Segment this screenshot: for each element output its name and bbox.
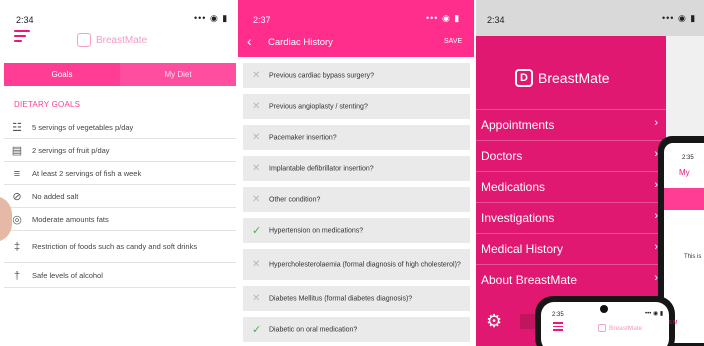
checkmark-icon: ✓ [252,224,262,237]
camera-notch [600,305,608,313]
fish-icon: ≡ [13,167,21,180]
cross-icon: ✕ [252,100,261,112]
header-bar [238,0,474,57]
goal-label: Moderate amounts fats [32,214,109,224]
tab-my-diet[interactable]: My Diet [120,63,236,86]
question-row[interactable]: ✕ Pacemaker insertion? [243,125,470,150]
goal-label: 5 servings of vegetables p/day [32,123,134,132]
breastmate-logo-icon [77,33,91,47]
app-brand: BreastMate [609,325,643,332]
goal-label: Safe levels of alcohol [32,270,103,280]
page-title: Cardiac History [268,37,333,48]
hamburger-menu-icon[interactable] [553,322,563,333]
status-icons: ••• ◉ ▮ [645,311,664,317]
menu-item-medical-history[interactable]: Medical History › [476,233,666,264]
app-brand: BreastMate [538,70,610,86]
question-row[interactable]: ✕ Diabetes Mellitus (formal diabetes dia… [243,286,470,311]
logo-letter: D [520,72,528,84]
goal-item: ⊘ No added salt [4,186,236,208]
goal-item: ☳ 5 servings of vegetables p/day [4,118,236,139]
menu-item-label: Doctors [481,149,523,163]
status-icons: ••• ◉ ▮ [662,13,697,23]
section-title: DIETARY GOALS [14,100,81,109]
goal-label: No added salt [32,191,79,201]
question-label: Pacemaker insertion? [269,134,337,141]
question-label: Previous angioplasty / stenting? [269,103,368,110]
header-bar [664,188,704,210]
back-link[interactable]: My [679,168,690,177]
fruit-icon: ▤ [11,144,23,157]
alcohol-icon: † [13,269,21,282]
cross-icon: ✕ [252,193,261,205]
goal-item: ◎ Moderate amounts fats [4,209,236,231]
menu-item-label: Medical History [481,242,564,256]
goal-item: ≡ At least 2 servings of fish a week [4,163,236,185]
question-row[interactable]: ✕ Other condition? [243,187,470,212]
back-chevron-icon[interactable]: ‹ [247,33,252,49]
question-row[interactable]: ✓ Diabetic on oral medication? [243,317,470,342]
save-button[interactable]: SAVE [444,38,462,45]
question-label: Diabetes Mellitus (formal diabetes diagn… [269,295,413,302]
no-salt-icon: ⊘ [12,190,22,203]
status-time: 2:34 [16,15,34,25]
status-icons: ••• ◉ ▮ [426,13,461,23]
chevron-right-icon: › [654,117,658,129]
goal-label: At least 2 servings of fish a week [32,168,142,178]
status-text: 5 M [669,320,678,326]
cross-icon: ✕ [252,131,261,143]
tab-goals[interactable]: Goals [4,63,120,86]
menu-item-label: Appointments [481,118,555,132]
checkmark-icon: ✓ [252,323,262,336]
candy-soft-drink-icon: ‡ [13,241,21,253]
menu-item-medications[interactable]: Medications › [476,171,666,202]
question-label: Hypercholesterolaemia (formal diagnosis … [269,261,461,268]
question-row[interactable]: ✕ Hypercholesterolaemia (formal diagnosi… [243,249,470,280]
goal-label: 2 servings of fruit p/day [32,145,110,155]
menu-item-label: Investigations [481,211,555,225]
status-time: 2:34 [487,15,505,25]
status-time: 2:35 [682,155,694,161]
question-label: Diabetic on oral medication? [269,326,358,333]
goal-item: ▤ 2 servings of fruit p/day [4,140,236,162]
goal-label: Restriction of foods such as candy and s… [32,242,198,251]
menu-item-doctors[interactable]: Doctors › [476,140,666,171]
vegetables-icon: ☳ [12,122,22,134]
body-text: This is [684,254,702,260]
menu-item-about[interactable]: About BreastMate › [476,264,666,295]
cross-icon: ✕ [252,69,261,81]
question-label: Previous cardiac bypass surgery? [269,72,375,79]
status-icons: ••• ◉ ▮ [194,13,229,23]
cross-icon: ✕ [252,292,261,304]
menu-item-appointments[interactable]: Appointments › [476,109,666,140]
goal-item: † Safe levels of alcohol [4,264,236,288]
question-label: Hypertension on medications? [269,227,364,234]
menu-item-investigations[interactable]: Investigations › [476,202,666,233]
menu-item-label: Medications [481,180,546,194]
goal-item: ‡ Restriction of foods such as candy and… [4,232,236,263]
question-label: Implantable defibrillator insertion? [269,165,374,172]
app-brand: BreastMate [96,35,148,46]
hamburger-menu-icon[interactable] [14,30,30,42]
gear-icon[interactable]: ⚙ [486,311,502,332]
question-label: Other condition? [269,196,321,203]
cross-icon: ✕ [252,258,261,270]
question-row[interactable]: ✓ Hypertension on medications? [243,218,470,243]
status-time: 2:35 [552,312,564,318]
cross-icon: ✕ [252,162,261,174]
breastmate-logo-icon [598,324,606,332]
question-row[interactable]: ✕ Implantable defibrillator insertion? [243,156,470,181]
question-row[interactable]: ✕ Previous cardiac bypass surgery? [243,63,470,88]
question-row[interactable]: ✕ Previous angioplasty / stenting? [243,94,470,119]
status-time: 2:37 [253,15,271,25]
menu-item-label: About BreastMate [481,273,578,287]
